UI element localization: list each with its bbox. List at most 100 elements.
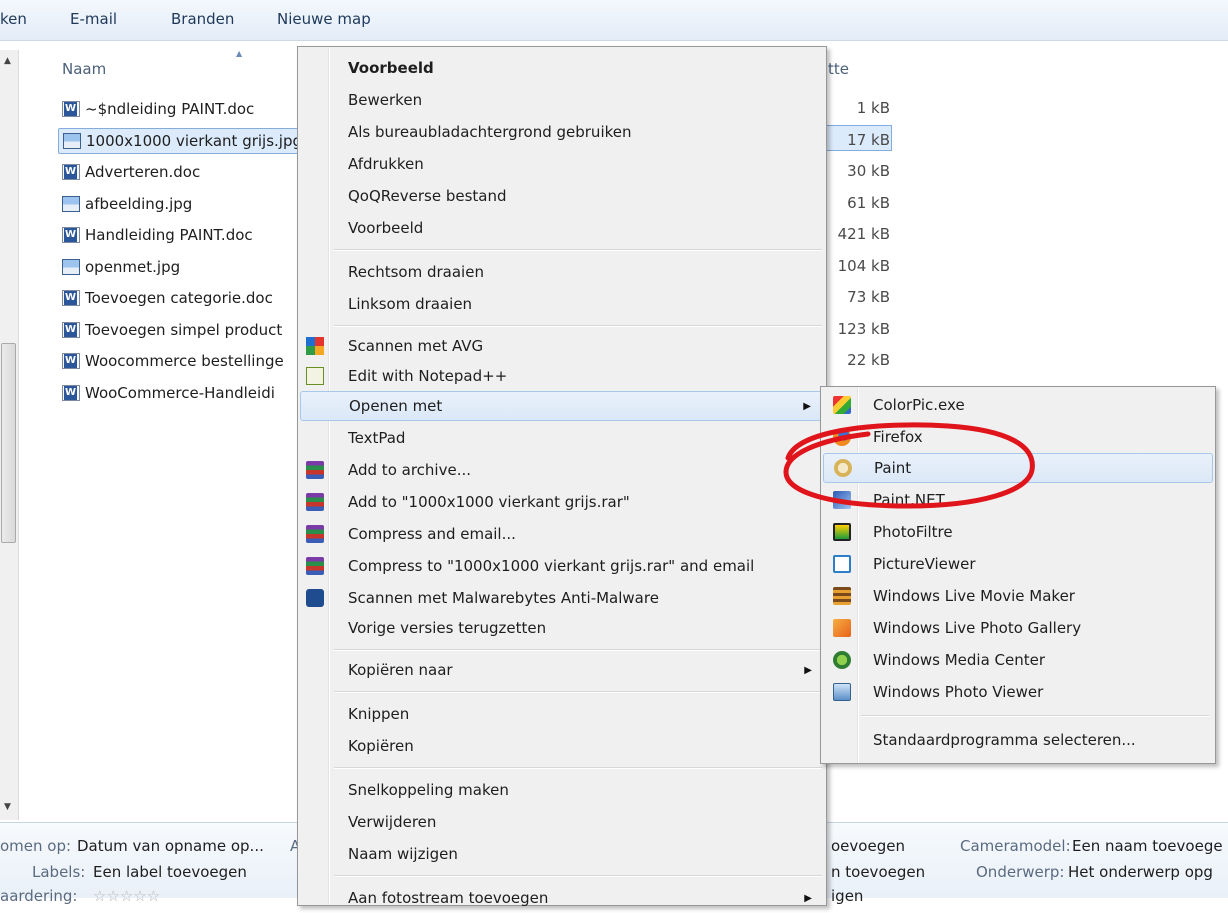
menu-item-add-photostream[interactable]: Aan fotostream toevoegen ▶ <box>300 883 824 913</box>
menu-item-restore-versions[interactable]: Vorige versies terugzetten <box>300 613 824 643</box>
file-name: Toevoegen simpel product <box>85 320 283 339</box>
menu-item-preview[interactable]: Voorbeeld <box>300 213 824 243</box>
file-name: 1000x1000 vierkant grijs.jpg <box>86 131 303 150</box>
word-document-icon <box>62 384 80 401</box>
menu-item-rename[interactable]: Naam wijzigen <box>300 839 824 869</box>
file-size: 22 kB <box>847 351 890 369</box>
file-row[interactable]: ~$ndleiding PAINT.doc <box>58 96 308 122</box>
menu-separator <box>334 649 822 651</box>
menu-item-rotate-right[interactable]: Rechtsom draaien <box>300 257 824 287</box>
menu-item-add-to-archive[interactable]: Add to archive... <box>300 455 824 485</box>
subject-value[interactable]: Het onderwerp opg <box>1068 863 1213 881</box>
app-media-center[interactable]: Windows Media Center <box>823 645 1213 675</box>
column-header-size[interactable]: tte <box>828 60 849 78</box>
menu-item-edit[interactable]: Bewerken <box>300 85 824 115</box>
app-photo-gallery[interactable]: Windows Live Photo Gallery <box>823 613 1213 643</box>
file-row[interactable]: Woocommerce bestellinge <box>58 348 308 374</box>
details-mid-2[interactable]: n toevoegen <box>831 863 925 881</box>
camera-label: Cameramodel: <box>960 837 1071 855</box>
scroll-thumb[interactable] <box>1 343 16 543</box>
menu-item-compress-rar-email[interactable]: Compress to "1000x1000 vierkant grijs.ra… <box>300 551 824 581</box>
file-row[interactable]: Toevoegen categorie.doc <box>58 285 308 311</box>
winrar-icon <box>306 461 324 479</box>
menu-item-scan-avg[interactable]: Scannen met AVG <box>300 331 824 361</box>
taken-label: omen op: <box>0 837 72 855</box>
file-row[interactable]: afbeelding.jpg <box>58 191 308 217</box>
file-name: Adverteren.doc <box>85 163 201 181</box>
labels-value[interactable]: Een label toevoegen <box>93 863 247 881</box>
taken-value[interactable]: Datum van opname op... <box>77 837 264 855</box>
choose-default-program[interactable]: Standaardprogramma selecteren... <box>823 725 1213 755</box>
file-row[interactable]: Toevoegen simpel product <box>58 317 308 343</box>
scroll-down-icon[interactable]: ▼ <box>4 802 11 812</box>
menu-item-preview-default[interactable]: Voorbeeld <box>300 53 824 83</box>
paint-icon <box>834 459 852 477</box>
file-size: 73 kB <box>847 288 890 306</box>
app-paint[interactable]: Paint <box>823 453 1213 483</box>
file-name: ~$ndleiding PAINT.doc <box>85 100 255 118</box>
word-document-icon <box>62 227 80 243</box>
rating-label: aardering: <box>0 887 78 905</box>
file-row[interactable]: 1000x1000 vierkant grijs.jpg <box>58 127 308 154</box>
menu-item-set-wallpaper[interactable]: Als bureaubladachtergrond gebruiken <box>300 117 824 147</box>
menu-item-scan-malwarebytes[interactable]: Scannen met Malwarebytes Anti-Malware <box>300 583 824 613</box>
submenu-arrow-icon: ▶ <box>803 400 811 412</box>
image-file-icon <box>62 195 80 212</box>
menu-item-compress-email[interactable]: Compress and email... <box>300 519 824 549</box>
photofiltre-icon <box>833 523 851 541</box>
word-document-icon <box>62 101 80 117</box>
file-row[interactable]: openmet.jpg <box>58 254 308 280</box>
vertical-scrollbar[interactable]: ▲ ▼ <box>0 50 19 820</box>
file-size: 123 kB <box>837 319 890 338</box>
context-menu: Voorbeeld Bewerken Als bureaubladachterg… <box>297 46 827 907</box>
menu-item-qoqreverse[interactable]: QoQReverse bestand <box>300 181 824 211</box>
menu-item-cut[interactable]: Knippen <box>300 699 824 729</box>
menu-item-print[interactable]: Afdrukken <box>300 149 824 179</box>
word-document-icon <box>62 353 80 369</box>
menu-separator <box>334 875 822 877</box>
scroll-up-icon[interactable]: ▲ <box>4 56 11 66</box>
menu-item-delete[interactable]: Verwijderen <box>300 807 824 837</box>
media-center-icon <box>833 651 851 669</box>
rating-stars[interactable]: ☆☆☆☆☆ <box>93 887 160 905</box>
menu-item-open-with[interactable]: Openen met ▶ <box>300 391 824 421</box>
app-photofiltre[interactable]: PhotoFiltre <box>823 517 1213 547</box>
command-bar: ken E-mail Branden Nieuwe map <box>0 0 1228 41</box>
submenu-arrow-icon: ▶ <box>804 892 812 904</box>
menu-separator <box>334 249 822 251</box>
open-with-submenu: ColorPic.exe Firefox Paint Paint.NET Pho… <box>820 386 1216 764</box>
file-row[interactable]: WooCommerce-Handleidi <box>58 380 308 406</box>
file-row[interactable]: Handleiding PAINT.doc <box>58 222 308 248</box>
menu-item-notepadpp[interactable]: Edit with Notepad++ <box>300 361 824 391</box>
menu-item-copy-to[interactable]: Kopiëren naar ▶ <box>300 655 824 685</box>
toolbar-new-folder-button[interactable]: Nieuwe map <box>277 10 371 28</box>
sort-ascending-icon: ▲ <box>236 49 243 58</box>
menu-item-textpad[interactable]: TextPad <box>300 423 824 453</box>
toolbar-burn-button[interactable]: Branden <box>171 10 234 28</box>
app-movie-maker[interactable]: Windows Live Movie Maker <box>823 581 1213 611</box>
app-paint-net[interactable]: Paint.NET <box>823 485 1213 515</box>
app-pictureviewer[interactable]: PictureViewer <box>823 549 1213 579</box>
column-header-name[interactable]: Naam <box>62 60 106 78</box>
menu-item-copy[interactable]: Kopiëren <box>300 731 824 761</box>
menu-item-add-to-rar[interactable]: Add to "1000x1000 vierkant grijs.rar" <box>300 487 824 517</box>
app-firefox[interactable]: Firefox <box>823 422 1213 452</box>
submenu-separator <box>861 715 1209 717</box>
app-photo-viewer[interactable]: Windows Photo Viewer <box>823 677 1213 707</box>
toolbar-item-partial[interactable]: ken <box>0 10 27 28</box>
file-name: Woocommerce bestellinge <box>85 352 284 370</box>
details-mid-1[interactable]: oevoegen <box>831 837 905 855</box>
winrar-icon <box>306 493 324 511</box>
details-mid-3[interactable]: igen <box>831 887 863 905</box>
file-size: 104 kB <box>837 256 890 275</box>
submenu-arrow-icon: ▶ <box>804 664 812 676</box>
pictureviewer-icon <box>833 555 851 573</box>
file-row[interactable]: Adverteren.doc <box>58 159 308 185</box>
menu-item-create-shortcut[interactable]: Snelkoppeling maken <box>300 775 824 805</box>
subject-label: Onderwerp: <box>976 863 1065 881</box>
toolbar-email-button[interactable]: E-mail <box>70 10 117 28</box>
app-colorpic[interactable]: ColorPic.exe <box>823 390 1213 420</box>
menu-item-rotate-left[interactable]: Linksom draaien <box>300 289 824 319</box>
camera-value[interactable]: Een naam toevoege <box>1072 837 1223 855</box>
file-size: 1 kB <box>856 99 890 117</box>
